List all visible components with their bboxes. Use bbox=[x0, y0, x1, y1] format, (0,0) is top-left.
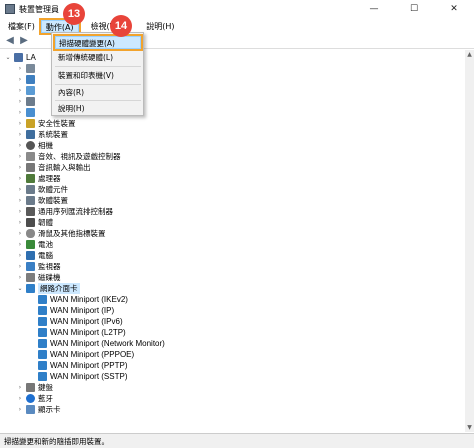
network-adapter-icon bbox=[38, 372, 47, 381]
tree-row-hidden[interactable]: › bbox=[16, 96, 38, 107]
network-adapter-item[interactable]: WAN Miniport (PPTP) bbox=[36, 360, 128, 371]
network-adapter-icon bbox=[38, 306, 47, 315]
help-item[interactable]: 說明(H) bbox=[55, 102, 141, 115]
tree-category[interactable]: › 藍牙 bbox=[16, 393, 53, 404]
status-bar: 掃描變更和新的隨插即用裝置。 bbox=[0, 433, 474, 448]
device-manager-icon bbox=[5, 4, 15, 14]
devices-and-printers-item[interactable]: 裝置和印表機(V) bbox=[55, 69, 141, 82]
bluetooth-icon bbox=[26, 394, 35, 403]
software-component-icon bbox=[26, 185, 35, 194]
network-adapter-icon bbox=[38, 361, 47, 370]
security-device-icon bbox=[26, 119, 35, 128]
tree-root[interactable]: ⌄ LA bbox=[4, 52, 36, 63]
network-adapter-item[interactable]: WAN Miniport (SSTP) bbox=[36, 371, 128, 382]
disk-drive-icon bbox=[26, 273, 35, 282]
minimize-button[interactable]: — bbox=[354, 0, 394, 18]
action-menu-dropdown: 掃描硬體變更(A) 新增傳統硬體(L) 裝置和印表機(V) 內容(R) 說明(H… bbox=[51, 32, 144, 116]
maximize-button[interactable]: ☐ bbox=[394, 0, 434, 18]
camera-icon bbox=[26, 141, 35, 150]
speaker-icon bbox=[26, 152, 35, 161]
network-adapter-item[interactable]: WAN Miniport (L2TP) bbox=[36, 327, 126, 338]
step-badge-14: 14 bbox=[110, 15, 132, 37]
add-legacy-hardware-item[interactable]: 新增傳統硬體(L) bbox=[55, 51, 141, 64]
network-adapter-item[interactable]: WAN Miniport (Network Monitor) bbox=[36, 338, 165, 349]
tree-category[interactable]: › 電池 bbox=[16, 239, 53, 250]
back-arrow-icon[interactable]: ◀ bbox=[4, 35, 16, 47]
network-adapter-icon bbox=[38, 339, 47, 348]
device-icon bbox=[26, 86, 35, 95]
tree-row-hidden[interactable]: › bbox=[16, 85, 38, 96]
tree-category[interactable]: › 電腦 bbox=[16, 250, 53, 261]
status-text: 掃描變更和新的隨插即用裝置。 bbox=[4, 436, 109, 446]
properties-item[interactable]: 內容(R) bbox=[55, 86, 141, 99]
collapse-arrow-icon[interactable]: ⌄ bbox=[16, 285, 24, 292]
network-adapter-icon bbox=[38, 317, 47, 326]
computer-icon bbox=[26, 251, 35, 260]
menu-separator bbox=[55, 84, 141, 85]
network-adapter-item[interactable]: WAN Miniport (PPPOE) bbox=[36, 349, 134, 360]
menu-separator bbox=[55, 66, 141, 67]
tree-category[interactable]: › 通用序列匯流排控制器 bbox=[16, 206, 113, 217]
system-device-icon bbox=[26, 130, 35, 139]
network-adapter-item[interactable]: WAN Miniport (IP) bbox=[36, 305, 114, 316]
firmware-icon bbox=[26, 218, 35, 227]
tree-category[interactable]: › 軟體元件 bbox=[16, 184, 68, 195]
monitor-icon bbox=[26, 262, 35, 271]
forward-arrow-icon[interactable]: ▶ bbox=[18, 35, 30, 47]
scroll-down-arrow-icon[interactable]: ▼ bbox=[465, 423, 474, 432]
tree-category[interactable]: › 監視器 bbox=[16, 261, 61, 272]
mouse-icon bbox=[26, 229, 35, 238]
battery-icon bbox=[26, 240, 35, 249]
processor-icon bbox=[26, 174, 35, 183]
keyboard-icon bbox=[26, 383, 35, 392]
tree-category[interactable]: › 系統裝置 bbox=[16, 129, 68, 140]
window-controls: — ☐ ✕ bbox=[354, 0, 474, 18]
tree-category[interactable]: › 鍵盤 bbox=[16, 382, 53, 393]
tree-category[interactable]: › 安全性裝置 bbox=[16, 118, 76, 129]
tree-row-hidden[interactable]: › bbox=[16, 74, 38, 85]
scroll-up-arrow-icon[interactable]: ▲ bbox=[465, 50, 474, 59]
device-icon bbox=[26, 97, 35, 106]
display-adapter-icon bbox=[26, 405, 35, 414]
scan-hardware-changes-item[interactable]: 掃描硬體變更(A) bbox=[53, 34, 143, 51]
tree-category-network[interactable]: ⌄ 網路介面卡 bbox=[16, 283, 80, 294]
device-icon bbox=[26, 64, 35, 73]
menu-file[interactable]: 檔案(F) bbox=[4, 20, 39, 33]
device-icon bbox=[26, 108, 35, 117]
collapse-arrow-icon[interactable]: ⌄ bbox=[4, 54, 12, 61]
audio-io-icon bbox=[26, 163, 35, 172]
vertical-scrollbar[interactable]: ▲ ▼ bbox=[465, 50, 474, 432]
tree-category[interactable]: › 軟體裝置 bbox=[16, 195, 68, 206]
menu-help[interactable]: 說明(H) bbox=[142, 20, 178, 33]
device-icon bbox=[26, 75, 35, 84]
network-adapter-item[interactable]: WAN Miniport (IKEv2) bbox=[36, 294, 128, 305]
tree-row-hidden[interactable]: › bbox=[16, 107, 38, 118]
close-button[interactable]: ✕ bbox=[434, 0, 474, 18]
tree-category[interactable]: › 音效、視訊及遊戲控制器 bbox=[16, 151, 121, 162]
tree-category[interactable]: › 滑鼠及其他指標裝置 bbox=[16, 228, 106, 239]
network-adapter-icon bbox=[38, 328, 47, 337]
step-badge-13: 13 bbox=[63, 3, 85, 25]
network-adapter-icon bbox=[38, 350, 47, 359]
usb-icon bbox=[26, 207, 35, 216]
network-adapter-item[interactable]: WAN Miniport (IPv6) bbox=[36, 316, 123, 327]
tree-category[interactable]: › 處理器 bbox=[16, 173, 61, 184]
computer-icon bbox=[14, 53, 23, 62]
tree-category[interactable]: › 磁碟機 bbox=[16, 272, 61, 283]
tree-category[interactable]: › 音訊輸入與輸出 bbox=[16, 162, 91, 173]
tree-category[interactable]: › 相機 bbox=[16, 140, 53, 151]
tree-category[interactable]: › 顯示卡 bbox=[16, 404, 61, 415]
network-adapter-icon bbox=[38, 295, 47, 304]
window-title: 裝置管理員 bbox=[19, 4, 59, 14]
tree-row-hidden[interactable]: › bbox=[16, 63, 38, 74]
tree-category[interactable]: › 韌體 bbox=[16, 217, 53, 228]
software-device-icon bbox=[26, 196, 35, 205]
menu-separator bbox=[55, 100, 141, 101]
network-adapter-icon bbox=[26, 284, 35, 293]
